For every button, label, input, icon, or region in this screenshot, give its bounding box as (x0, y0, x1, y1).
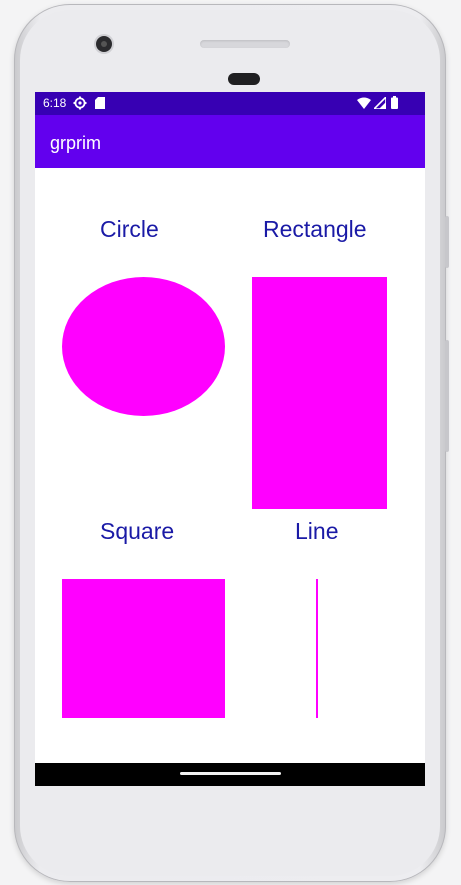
cellular-signal-icon (372, 95, 387, 112)
earpiece-speaker (200, 40, 290, 48)
battery-icon (391, 96, 398, 112)
square-label: Square (100, 518, 175, 544)
status-bar: 6:18 (35, 92, 425, 115)
sd-card-icon (95, 97, 105, 112)
proximity-sensor (228, 73, 260, 85)
settings-gear-icon (73, 96, 87, 113)
home-indicator[interactable] (180, 772, 281, 775)
line-label: Line (295, 518, 339, 544)
circle-shape (62, 277, 225, 416)
line-shape (316, 579, 318, 718)
volume-button (445, 340, 449, 452)
navigation-bar (35, 763, 425, 786)
status-time: 6:18 (43, 96, 67, 110)
front-camera (96, 36, 112, 52)
wifi-icon (357, 97, 371, 112)
circle-label: Circle (100, 216, 159, 242)
power-button (445, 216, 449, 268)
app-title: grprim (50, 133, 102, 153)
shapes-canvas: Circle Rectangle Square Line (35, 168, 425, 763)
square-shape (62, 579, 225, 718)
rectangle-shape (252, 277, 387, 509)
app-bar: grprim (35, 115, 425, 168)
rectangle-label: Rectangle (263, 216, 367, 242)
device-screen: 6:18 grprim Circle Rectangle Square Line (35, 92, 425, 786)
